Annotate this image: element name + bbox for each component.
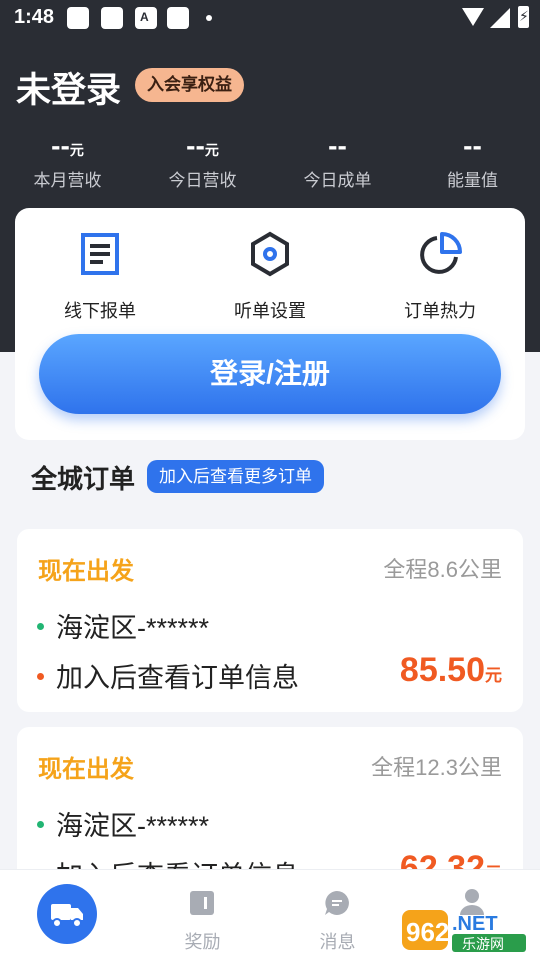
status-bar: 1:48 A ⚡ <box>0 0 540 38</box>
depart-time: 现在出发 <box>38 756 134 783</box>
membership-badge[interactable]: 入会享权益 <box>135 68 244 102</box>
trip-distance: 全程8.6公里 <box>383 557 502 582</box>
hexagon-settings-icon <box>251 231 289 277</box>
cell-signal-icon <box>490 8 510 28</box>
more-notifications-dot-icon <box>206 15 212 21</box>
order-price: 85.50元 <box>399 651 502 689</box>
document-icon <box>81 233 119 275</box>
depart-time: 现在出发 <box>38 558 134 585</box>
login-status-title[interactable]: 未登录 <box>16 62 121 113</box>
tab-messages[interactable]: 消息 <box>270 870 405 960</box>
action-listen-settings[interactable]: 听单设置 <box>200 230 340 323</box>
action-order-heatmap[interactable]: 订单热力 <box>370 230 510 323</box>
green-dot-icon <box>37 821 44 829</box>
battery-icon: ⚡ <box>518 6 529 28</box>
pickup-location: 海淀区-****** <box>37 804 209 843</box>
svg-text:.NET: .NET <box>452 913 498 935</box>
reward-icon <box>190 891 214 915</box>
svg-text:乐游网: 乐游网 <box>462 937 504 953</box>
order-card[interactable]: 现在出发 全程8.6公里 海淀区-****** 加入后查看订单信息 85.50元 <box>17 529 523 712</box>
notification-icon <box>67 7 89 29</box>
stat-monthly-revenue[interactable]: --元 本月营收 <box>0 130 135 191</box>
pie-chart-icon <box>420 232 462 274</box>
watermark-logo: 962 .NET 乐游网 <box>402 910 526 953</box>
order-info: 加入后查看订单信息 <box>37 656 299 695</box>
action-label: 听单设置 <box>234 301 306 321</box>
tab-label: 奖励 <box>184 932 221 952</box>
notification-icon <box>167 7 189 29</box>
stat-label: 今日营收 <box>168 171 237 190</box>
quick-actions-card: 线下报单 听单设置 订单热力 登录/注册 <box>15 208 525 440</box>
stat-label: 能量值 <box>447 171 498 190</box>
section-title: 全城订单 <box>31 464 136 494</box>
stat-daily-orders[interactable]: -- 今日成单 <box>270 130 405 191</box>
tab-orders[interactable] <box>0 870 135 960</box>
status-time: 1:48 <box>14 6 55 28</box>
notification-icon <box>101 7 123 29</box>
a-notification-icon: A <box>135 7 157 29</box>
truck-icon <box>37 884 97 944</box>
action-offline-report[interactable]: 线下报单 <box>30 230 170 323</box>
message-icon <box>325 891 349 915</box>
svg-text:962: 962 <box>406 917 449 947</box>
wifi-icon <box>462 8 484 26</box>
tab-label: 消息 <box>319 932 356 952</box>
action-label: 订单热力 <box>404 301 476 321</box>
green-dot-icon <box>37 623 44 631</box>
join-more-orders-tag[interactable]: 加入后查看更多订单 <box>147 460 324 493</box>
stat-daily-revenue[interactable]: --元 今日营收 <box>135 130 270 191</box>
pickup-location: 海淀区-****** <box>37 606 209 645</box>
stat-label: 本月营收 <box>33 171 102 190</box>
login-register-button[interactable]: 登录/注册 <box>39 334 501 414</box>
tab-reward[interactable]: 奖励 <box>135 870 270 960</box>
trip-distance: 全程12.3公里 <box>371 755 502 780</box>
stat-energy[interactable]: -- 能量值 <box>405 130 540 191</box>
orange-dot-icon <box>37 673 44 681</box>
stat-label: 今日成单 <box>303 171 372 190</box>
action-label: 线下报单 <box>64 301 136 321</box>
